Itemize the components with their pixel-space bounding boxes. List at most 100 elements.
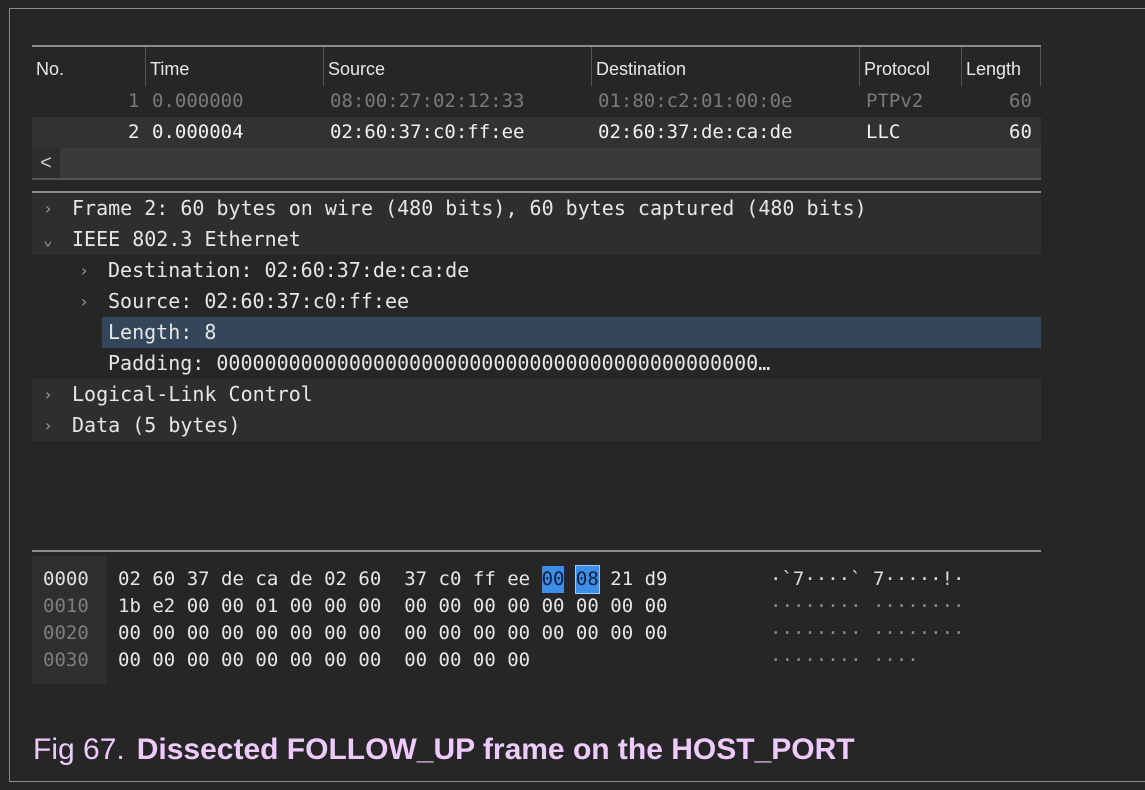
chevron-right-icon[interactable]: › <box>38 193 58 224</box>
column-header-destination[interactable]: Destination <box>592 47 860 86</box>
hex-ascii[interactable]: ········ ········ <box>770 593 964 620</box>
hex-byte[interactable]: ca <box>255 566 278 593</box>
hex-byte[interactable]: 00 <box>404 647 427 674</box>
hex-byte[interactable]: 00 <box>610 593 633 620</box>
hex-byte[interactable]: 1b <box>118 593 141 620</box>
hex-byte[interactable]: 00 <box>541 566 565 593</box>
hex-byte[interactable]: 00 <box>542 593 565 620</box>
hex-byte[interactable]: 00 <box>187 647 210 674</box>
hex-byte[interactable]: 00 <box>610 620 633 647</box>
hex-byte[interactable]: 00 <box>118 620 141 647</box>
hex-byte[interactable]: c0 <box>439 566 462 593</box>
tree-item-destination[interactable]: › Destination: 02:60:37:de:ca:de <box>32 255 1041 286</box>
hex-row[interactable]: 0030 00 00 00 00 00 00 00 00 00 00 00 00 ·… <box>32 647 1041 674</box>
hex-byte[interactable]: de <box>221 566 244 593</box>
hex-row[interactable]: 0000 02 60 37 de ca de 02 60 37 c0 ff ee … <box>32 565 1041 594</box>
column-header-length[interactable]: Length <box>962 47 1041 86</box>
chevron-down-icon[interactable]: ⌄ <box>38 224 58 255</box>
hex-byte[interactable]: d9 <box>645 566 668 593</box>
hex-byte[interactable]: ee <box>507 566 530 593</box>
hex-byte[interactable]: 00 <box>358 647 381 674</box>
tree-item-padding[interactable]: Padding: 0000000000000000000000000000000… <box>32 348 1041 379</box>
hex-byte[interactable]: 00 <box>290 593 313 620</box>
hex-byte[interactable]: 00 <box>542 620 565 647</box>
hex-byte[interactable]: 00 <box>358 620 381 647</box>
chevron-right-icon[interactable]: › <box>74 255 94 286</box>
tree-item-frame[interactable]: › Frame 2: 60 bytes on wire (480 bits), … <box>32 193 1041 224</box>
hex-byte[interactable]: 00 <box>290 620 313 647</box>
hex-byte[interactable]: 08 <box>574 565 600 594</box>
hex-byte[interactable]: 00 <box>324 647 347 674</box>
hex-byte[interactable]: e2 <box>152 593 175 620</box>
hex-byte[interactable]: 00 <box>324 593 347 620</box>
hex-byte[interactable]: 00 <box>358 593 381 620</box>
hex-byte[interactable]: 00 <box>473 620 496 647</box>
column-header-time[interactable]: Time <box>146 47 324 86</box>
hex-byte[interactable]: 00 <box>645 593 668 620</box>
ascii-group: ········ <box>770 622 862 644</box>
hex-ascii[interactable]: ·`7····` 7·····!· <box>770 566 964 593</box>
hex-byte[interactable]: 02 <box>118 566 141 593</box>
hex-byte[interactable]: 00 <box>187 593 210 620</box>
column-header-no[interactable]: No. <box>32 47 146 86</box>
hex-bytes[interactable]: 00 00 00 00 00 00 00 00 00 00 00 00 <box>118 647 530 674</box>
hex-byte[interactable]: 37 <box>404 566 427 593</box>
horizontal-scrollbar[interactable]: < <box>32 148 1041 180</box>
packet-destination: 01:80:c2:01:00:0e <box>598 90 793 112</box>
hex-byte[interactable]: 00 <box>221 647 244 674</box>
hex-byte[interactable]: 00 <box>118 647 141 674</box>
hex-byte[interactable]: 00 <box>473 593 496 620</box>
hex-byte[interactable]: de <box>290 566 313 593</box>
chevron-right-icon[interactable]: › <box>74 286 94 317</box>
chevron-right-icon[interactable]: › <box>38 379 58 410</box>
hex-byte[interactable]: 00 <box>152 620 175 647</box>
hex-byte[interactable]: 00 <box>439 620 462 647</box>
hex-byte[interactable]: 00 <box>324 620 347 647</box>
hex-byte[interactable]: 00 <box>576 620 599 647</box>
hex-byte[interactable]: 02 <box>324 566 347 593</box>
packet-row[interactable]: 1 0.000000 08:00:27:02:12:33 01:80:c2:01… <box>32 86 1041 117</box>
hex-byte[interactable]: 00 <box>576 593 599 620</box>
hex-byte[interactable]: 00 <box>255 620 278 647</box>
hex-byte[interactable]: 01 <box>255 593 278 620</box>
column-header-source[interactable]: Source <box>324 47 592 86</box>
tree-item-data[interactable]: › Data (5 bytes) <box>32 410 1041 441</box>
hex-byte[interactable]: 00 <box>507 620 530 647</box>
hex-byte[interactable]: 00 <box>645 620 668 647</box>
tree-item-length-selected[interactable]: Length: 8 <box>32 317 1041 348</box>
hex-byte[interactable]: 00 <box>152 647 175 674</box>
hex-byte[interactable]: 00 <box>404 620 427 647</box>
hex-byte[interactable]: 00 <box>507 647 530 674</box>
packet-row-selected[interactable]: 2 0.000004 02:60:37:c0:ff:ee 02:60:37:de… <box>32 117 1041 148</box>
hex-row[interactable]: 0020 00 00 00 00 00 00 00 00 00 00 00 00 … <box>32 620 1041 647</box>
hex-byte[interactable]: 60 <box>152 566 175 593</box>
scroll-left-icon[interactable]: < <box>32 148 60 178</box>
hex-bytes[interactable]: 02 60 37 de ca de 02 60 37 c0 ff ee 00 0… <box>118 565 668 594</box>
hex-byte[interactable]: 21 <box>610 566 633 593</box>
hex-byte[interactable]: 60 <box>358 566 381 593</box>
hex-byte[interactable]: 00 <box>507 593 530 620</box>
hex-byte[interactable]: 00 <box>221 593 244 620</box>
hex-byte[interactable]: 37 <box>187 566 210 593</box>
column-header-protocol[interactable]: Protocol <box>860 47 962 86</box>
hex-byte[interactable]: 00 <box>473 647 496 674</box>
tree-item-source[interactable]: › Source: 02:60:37:c0:ff:ee <box>32 286 1041 317</box>
hex-bytes[interactable]: 1b e2 00 00 01 00 00 00 00 00 00 00 00 0… <box>118 593 667 620</box>
hex-byte[interactable]: ff <box>473 566 496 593</box>
hex-byte[interactable]: 00 <box>439 647 462 674</box>
tree-item-ethernet[interactable]: ⌄ IEEE 802.3 Ethernet <box>32 224 1041 255</box>
hex-byte[interactable]: 00 <box>439 593 462 620</box>
hex-byte[interactable]: 00 <box>290 647 313 674</box>
hex-byte[interactable]: 00 <box>255 647 278 674</box>
hex-byte[interactable]: 00 <box>221 620 244 647</box>
hex-ascii[interactable]: ········ ···· <box>770 647 919 674</box>
hex-byte[interactable]: 00 <box>187 620 210 647</box>
chevron-right-icon[interactable]: › <box>38 410 58 441</box>
hex-ascii[interactable]: ········ ········ <box>770 620 964 647</box>
hex-byte[interactable]: 00 <box>404 593 427 620</box>
hex-dump-pane[interactable]: 0000 02 60 37 de ca de 02 60 37 c0 ff ee … <box>32 550 1041 684</box>
tree-item-llc[interactable]: › Logical-Link Control <box>32 379 1041 410</box>
packet-protocol: PTPv2 <box>866 90 924 112</box>
hex-row[interactable]: 0010 1b e2 00 00 01 00 00 00 00 00 00 00 … <box>32 593 1041 620</box>
hex-bytes[interactable]: 00 00 00 00 00 00 00 00 00 00 00 00 00 0… <box>118 620 667 647</box>
